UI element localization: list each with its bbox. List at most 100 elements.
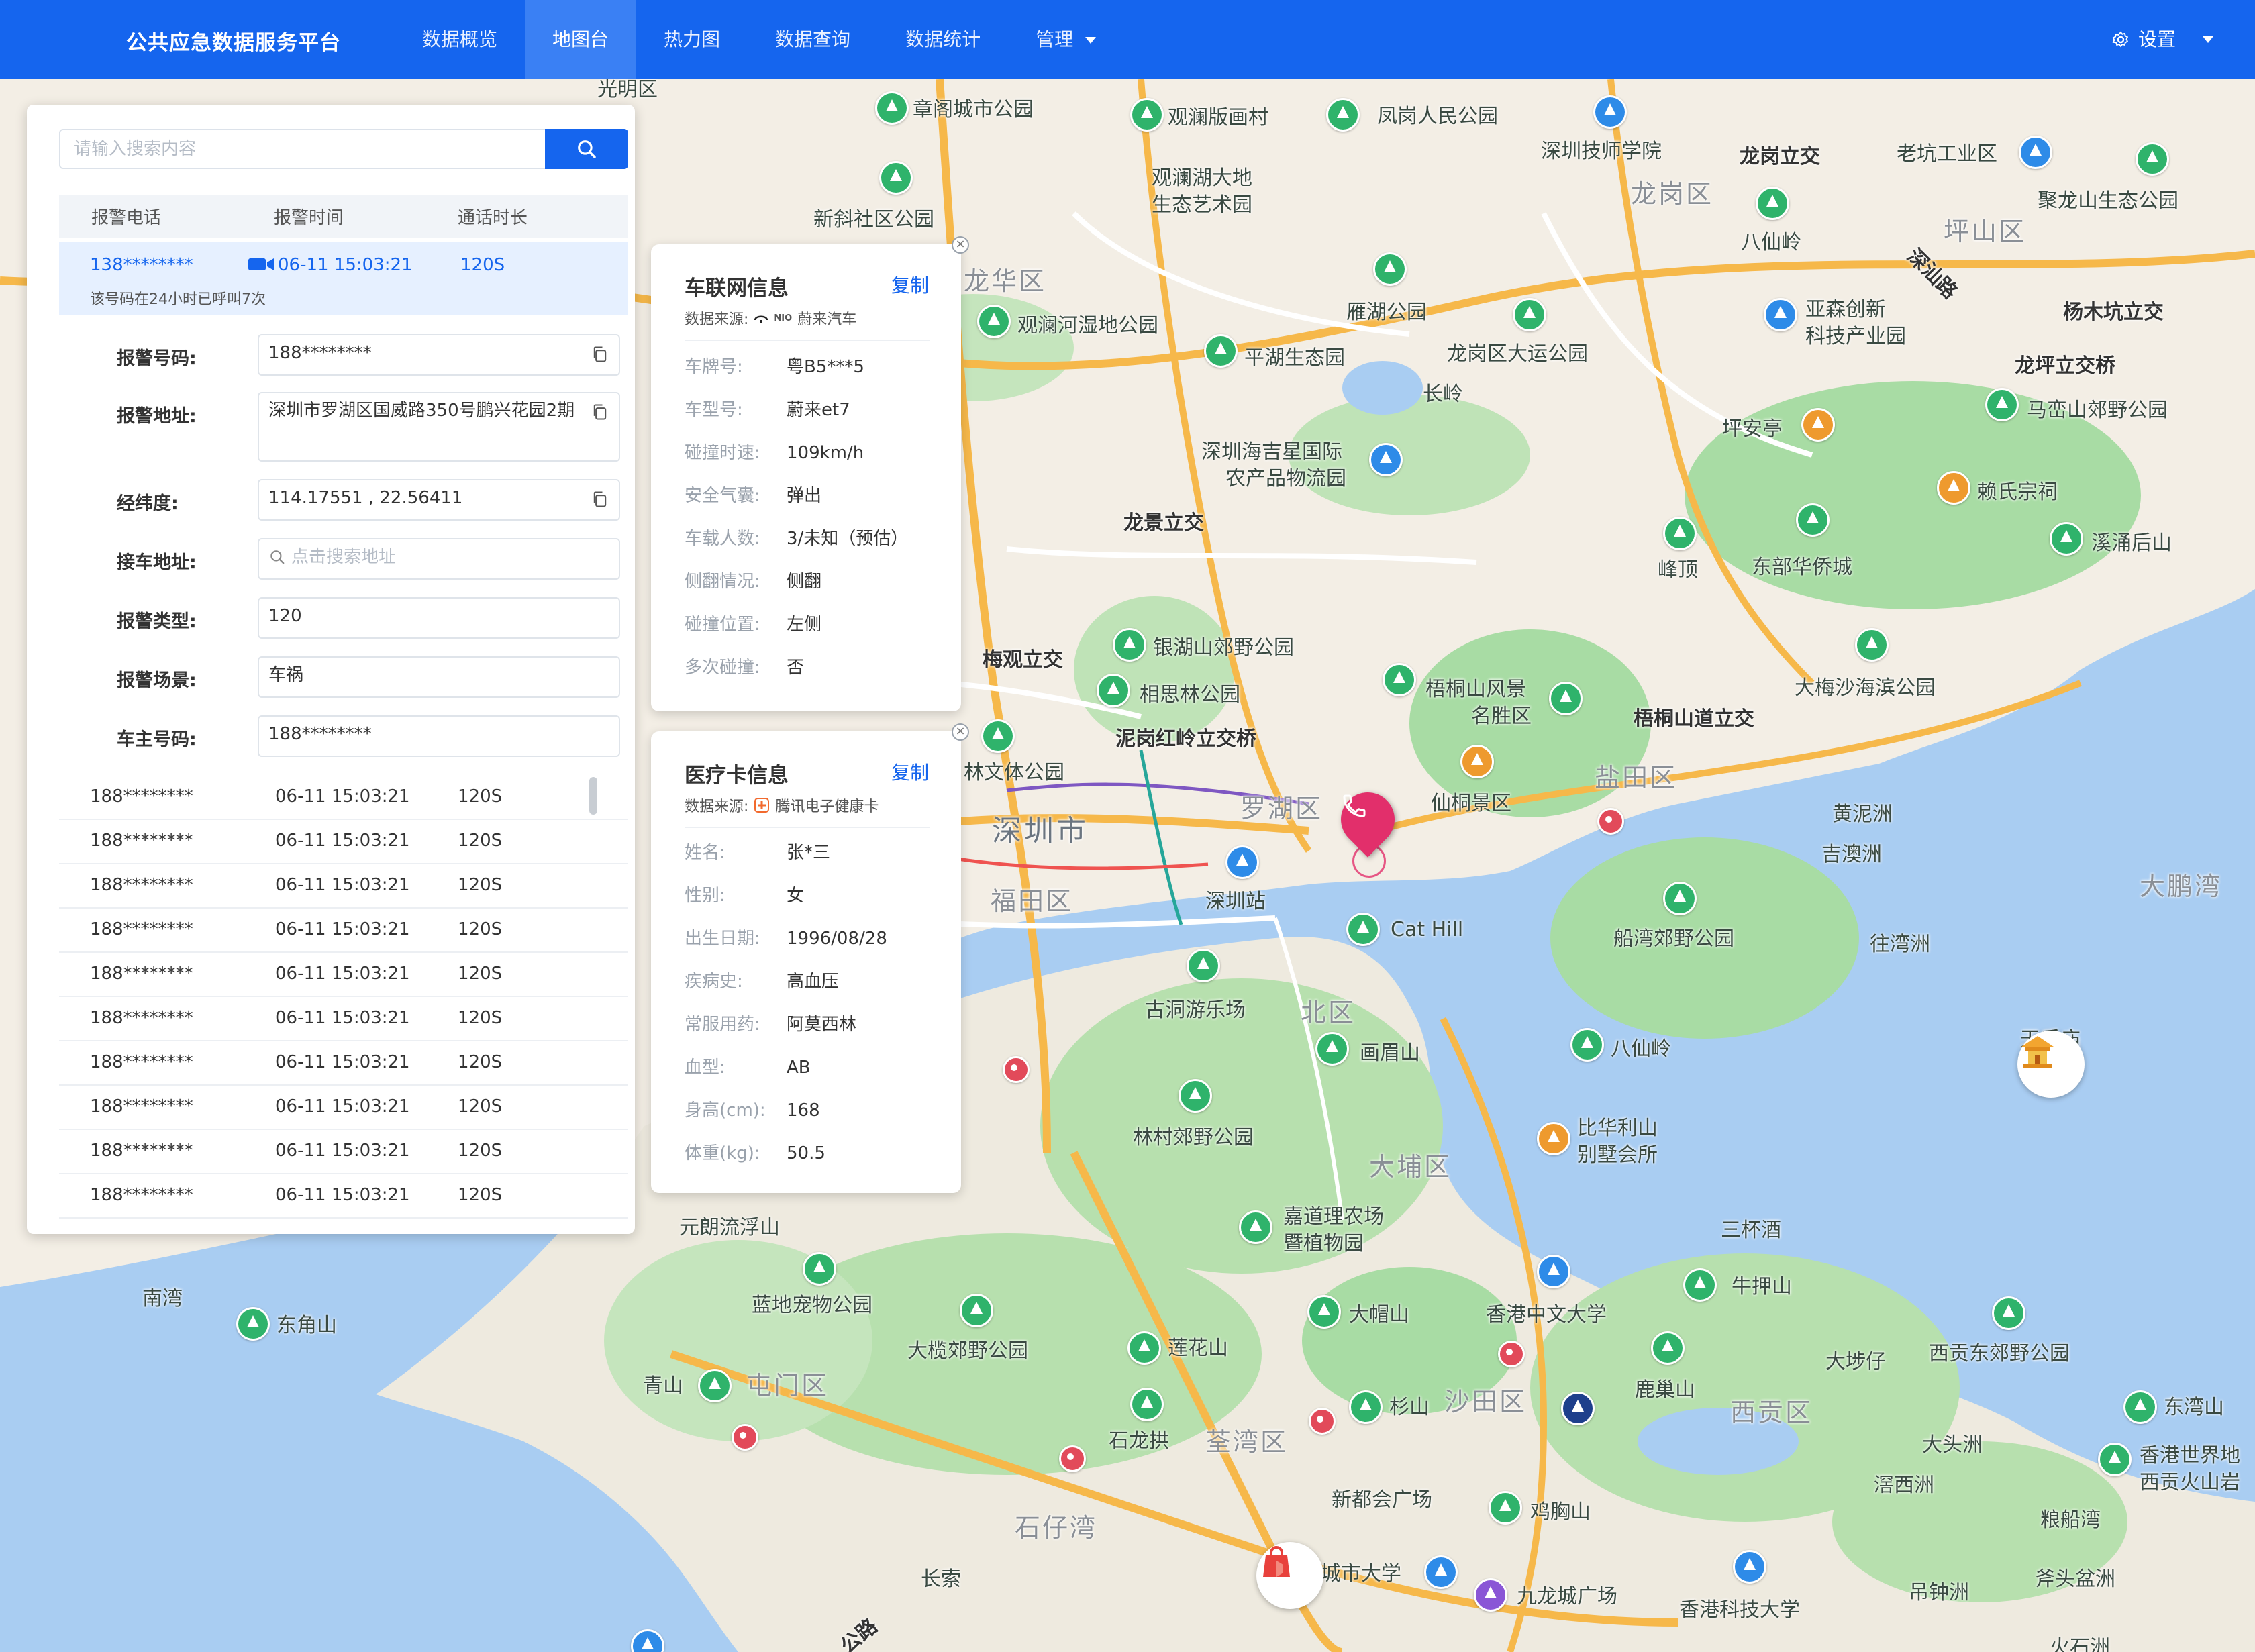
park-marker[interactable] [960,1294,993,1327]
hospital-marker[interactable] [1498,1341,1525,1367]
park-marker[interactable] [1663,517,1697,550]
park-marker[interactable] [1097,674,1130,707]
park-marker[interactable] [1130,98,1164,132]
coordinates-field[interactable]: 114.17551 , 22.56411 [258,479,620,521]
table-row[interactable]: 188******** 06-11 15:03:21 120S [59,953,628,997]
table-row[interactable]: 188******** 06-11 15:03:21 120S [59,820,628,864]
park-marker[interactable] [875,91,909,125]
park-marker[interactable] [1513,298,1546,331]
park-marker[interactable] [1179,1079,1212,1113]
shopping-marker[interactable] [1256,1542,1323,1609]
station-marker[interactable] [1225,845,1259,879]
school-marker[interactable] [2019,136,2052,169]
school-marker[interactable] [1733,1550,1766,1584]
search-button[interactable] [545,129,628,169]
menu-item-overview[interactable]: 数据概览 [395,0,525,79]
table-row[interactable]: 188******** 06-11 15:03:21 120S [59,864,628,909]
menu-item-stats[interactable]: 数据统计 [878,0,1008,79]
close-icon[interactable]: × [952,723,969,741]
table-row[interactable]: 188******** 06-11 15:03:21 120S [59,997,628,1041]
park-marker[interactable] [2050,522,2083,556]
club-marker[interactable] [1537,1122,1570,1155]
temple-marker[interactable] [2017,1031,2085,1098]
copy-button[interactable]: 复制 [891,758,929,785]
park-marker[interactable] [981,719,1015,753]
school-marker[interactable] [1593,95,1627,129]
copy-button[interactable]: 复制 [891,271,929,298]
menu-item-admin[interactable]: 管理 [1008,0,1123,79]
park-marker[interactable] [2098,1443,2132,1476]
park-marker[interactable] [1756,187,1789,220]
video-icon[interactable] [247,255,275,276]
alarm-type-field[interactable]: 120 [258,597,620,639]
list-scrollbar[interactable] [589,777,597,815]
selected-alarm-row[interactable]: 138******** 06-11 15:03:21 120S 该号码在24小时… [59,242,628,315]
hospital-marker[interactable] [1059,1445,1086,1472]
table-row[interactable]: 188******** 06-11 15:03:21 120S [59,1086,628,1130]
park-marker[interactable] [2136,142,2169,176]
park-marker[interactable] [1307,1295,1341,1329]
close-icon[interactable]: × [952,236,969,254]
table-row[interactable]: 188******** 06-11 15:03:21 120S [59,776,628,820]
park-marker[interactable] [2123,1390,2157,1424]
park-marker[interactable] [1992,1296,2025,1330]
park-marker[interactable] [1570,1028,1604,1062]
mall-marker[interactable] [1474,1578,1507,1612]
park-marker[interactable] [1187,949,1220,982]
pickup-address-field[interactable]: 点击搜索地址 [258,538,620,580]
heritage-marker[interactable] [1801,408,1835,442]
park-marker[interactable] [1855,628,1889,662]
hospital-marker[interactable] [1597,808,1624,835]
park-marker[interactable] [1204,334,1238,368]
alarm-phone-field[interactable]: 188******** [258,334,620,376]
table-row[interactable]: 188******** 06-11 15:03:21 120S [59,1130,628,1174]
school-marker[interactable] [1424,1555,1458,1589]
park-marker[interactable] [1349,1390,1383,1424]
hospital-marker[interactable] [732,1424,758,1451]
menu-item-map[interactable]: 地图台 [525,0,637,79]
park-marker[interactable] [1985,388,2019,421]
park-marker[interactable] [1373,252,1407,286]
park-marker[interactable] [698,1369,732,1402]
park-marker[interactable] [1549,682,1583,715]
park-marker[interactable] [1128,1331,1161,1365]
table-row[interactable]: 188******** 06-11 15:03:21 120S [59,909,628,953]
park-marker[interactable] [1113,628,1146,662]
park-marker[interactable] [1651,1331,1685,1365]
park-marker[interactable] [1346,913,1380,946]
park-marker[interactable] [1315,1032,1349,1066]
alarm-location-pin[interactable] [1330,781,1406,858]
park-marker[interactable] [1130,1388,1164,1421]
menu-item-query[interactable]: 数据查询 [748,0,878,79]
park-marker[interactable] [1239,1210,1272,1244]
park-marker[interactable] [1796,503,1830,537]
owner-phone-field[interactable]: 188******** [258,715,620,757]
search-input[interactable] [59,129,545,169]
copy-icon[interactable] [591,490,609,509]
park-marker[interactable] [1326,98,1360,132]
hospital-marker[interactable] [1309,1408,1336,1435]
school-marker[interactable] [1764,298,1797,331]
hospital-marker[interactable] [1003,1056,1030,1083]
alarm-scene-field[interactable]: 车祸 [258,656,620,698]
table-row[interactable]: 188******** 06-11 15:03:21 120S [59,1174,628,1219]
menu-item-heatmap[interactable]: 热力图 [636,0,748,79]
school-marker[interactable] [1537,1255,1570,1288]
logistics-marker[interactable] [1369,443,1403,476]
heritage-marker[interactable] [1937,471,1970,505]
park-marker[interactable] [977,305,1011,338]
scenic-marker[interactable] [1460,745,1494,778]
copy-icon[interactable] [591,403,609,421]
park-marker[interactable] [1383,663,1416,696]
park-marker[interactable] [879,161,913,195]
park-marker[interactable] [236,1307,270,1341]
copy-icon[interactable] [591,345,609,364]
park-marker[interactable] [803,1252,836,1286]
table-row[interactable]: 188******** 06-11 15:03:21 120S [59,1041,628,1086]
metro-marker[interactable] [1561,1392,1595,1425]
park-marker[interactable] [1663,882,1697,915]
alarm-address-field[interactable]: 深圳市罗湖区国威路350号鹏兴花园2期 [258,392,620,462]
park-marker[interactable] [1683,1268,1717,1302]
park-marker[interactable] [1489,1491,1522,1525]
settings-menu[interactable]: 设置 [2111,0,2213,79]
